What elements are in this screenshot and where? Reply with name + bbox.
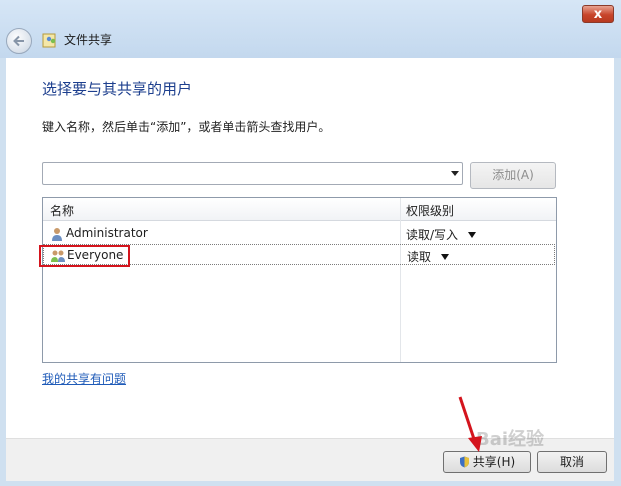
column-header-name[interactable]: 名称 [50,202,74,219]
list-row-administrator[interactable]: Administrator 读取/写入 [43,223,556,244]
uac-shield-icon [459,456,469,468]
add-button[interactable]: 添加(A) [470,162,556,189]
column-header-permission[interactable]: 权限级别 [406,202,454,219]
back-button[interactable] [6,28,32,54]
file-sharing-icon [42,33,56,48]
instruction-text: 键入名称，然后单击“添加”，或者单击箭头查找用户。 [42,120,331,134]
share-button[interactable]: 共享(H) [443,451,531,473]
everyone-highlight-box [39,245,130,267]
permission-label: 读取 [407,250,432,264]
cancel-button[interactable]: 取消 [537,451,607,473]
close-button[interactable]: x [582,5,614,23]
user-name-combobox[interactable] [42,162,463,185]
file-sharing-window: x 文件共享 选择要与其共享的用户 键入名称，然后单击“添加”，或者单击箭头查找… [0,0,621,486]
dropdown-arrow-icon[interactable] [451,171,459,176]
user-name: Administrator [66,226,148,240]
list-header: 名称 权限级别 [43,198,556,221]
title-bar: x 文件共享 [0,0,621,58]
window-title: 文件共享 [64,33,113,47]
permission-level[interactable]: 读取/写入 [406,226,477,243]
watermark-text: Bai经验 [476,429,545,450]
annotation-arrow-icon [458,396,482,452]
share-user-list[interactable]: 名称 权限级别 Administrator 读取/写入 Everyone 读取 [42,197,557,363]
back-arrow-icon [13,35,24,47]
sharing-problem-link[interactable]: 我的共享有问题 [42,370,126,387]
user-icon [52,228,62,241]
share-button-label: 共享(H) [472,455,516,469]
page-heading: 选择要与其共享的用户 [42,80,193,98]
permission-level[interactable]: 读取 [407,248,450,265]
dropdown-arrow-icon[interactable] [441,254,450,260]
permission-label: 读取/写入 [406,228,459,242]
dropdown-arrow-icon[interactable] [468,232,477,238]
